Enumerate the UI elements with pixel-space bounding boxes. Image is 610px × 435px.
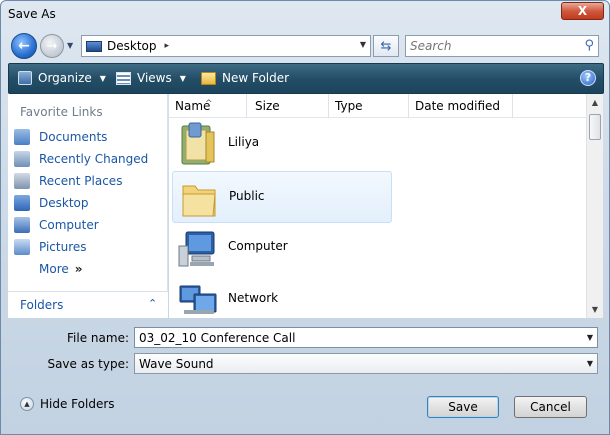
close-button[interactable]: X — [561, 2, 604, 20]
crumb-separator-icon[interactable]: ▸ — [165, 41, 170, 51]
chevron-up-icon: ⌃ — [148, 297, 158, 310]
documents-icon — [14, 129, 30, 145]
favorite-link-label: Recent Places — [39, 174, 123, 188]
desktop-icon — [86, 40, 102, 52]
network-icon — [179, 285, 217, 314]
file-name-field[interactable] — [139, 330, 569, 345]
refresh-button[interactable]: ⇆ — [373, 35, 399, 57]
list-item[interactable]: Computer — [172, 222, 392, 274]
window-title: Save As — [8, 7, 56, 21]
folder-icon — [182, 185, 216, 217]
new-folder-icon — [201, 71, 216, 85]
save-button[interactable]: Save — [427, 396, 499, 418]
views-dropdown-icon: ▼ — [179, 73, 186, 83]
chevron-up-icon: ▲ — [20, 397, 34, 411]
column-header-label: Size — [255, 99, 280, 113]
item-name: Public — [229, 189, 265, 203]
views-icon — [116, 71, 131, 85]
favorite-link-recent-places[interactable]: Recent Places — [14, 171, 122, 191]
column-header-date-modified[interactable]: Date modified — [409, 94, 513, 118]
save-as-dialog: Save As X ← → ▼ Desktop ▸ ▼ ⇆ ⚲ Organize… — [0, 0, 610, 435]
address-bar[interactable]: Desktop ▸ ▼ — [81, 35, 371, 57]
column-header-name[interactable]: Name ^ — [169, 94, 247, 118]
hide-folders-label: Hide Folders — [40, 397, 115, 411]
folders-toggle[interactable]: Folders ⌃ — [8, 291, 168, 318]
favorite-link-documents[interactable]: Documents — [14, 127, 107, 147]
column-header-type[interactable]: Type — [329, 94, 409, 118]
favorite-link-label: More — [39, 262, 69, 276]
save-as-type-value: Wave Sound — [139, 357, 214, 371]
favorite-link-computer[interactable]: Computer — [14, 215, 99, 235]
favorite-link-label: Documents — [39, 130, 108, 144]
vertical-scrollbar[interactable]: ▲ ▼ — [586, 94, 603, 318]
address-dropdown-icon[interactable]: ▼ — [360, 40, 366, 49]
computer-icon — [178, 231, 215, 267]
favorite-link-label: Desktop — [39, 196, 89, 210]
address-crumb-desktop[interactable]: Desktop — [107, 39, 157, 53]
recent-pages-dropdown-icon[interactable]: ▼ — [67, 41, 77, 51]
scroll-thumb[interactable] — [589, 114, 601, 140]
organize-menu-button[interactable]: Organize ▼ — [18, 71, 106, 85]
scroll-up-icon[interactable]: ▲ — [587, 94, 603, 111]
search-box[interactable]: ⚲ — [405, 35, 599, 57]
title-bar: Save As X — [1, 1, 609, 29]
favorite-link-label: Pictures — [39, 240, 87, 254]
column-header-size[interactable]: Size — [249, 94, 329, 118]
organize-icon — [18, 71, 32, 85]
navigation-pane: Favorite Links Documents Recently Change… — [8, 94, 168, 318]
file-name-label: File name: — [67, 331, 129, 345]
organize-dropdown-icon: ▼ — [99, 73, 106, 83]
user-folder-icon — [181, 122, 215, 165]
file-name-combobox[interactable]: ▼ — [134, 327, 598, 348]
recently-changed-icon — [14, 151, 30, 167]
save-as-type-select[interactable]: Wave Sound ▼ — [134, 353, 598, 374]
save-as-type-label: Save as type: — [47, 357, 129, 371]
new-folder-label: New Folder — [222, 71, 290, 85]
folders-label: Folders — [20, 298, 64, 312]
views-label: Views — [137, 71, 172, 85]
item-name: Computer — [228, 239, 288, 253]
back-button[interactable]: ← — [11, 33, 37, 59]
refresh-icon: ⇆ — [380, 38, 392, 54]
sort-ascending-icon: ^ — [205, 99, 213, 109]
favorite-link-more[interactable]: More » — [39, 259, 83, 279]
column-header-label: Date modified — [415, 99, 501, 113]
list-item[interactable]: Public — [172, 171, 392, 223]
organize-label: Organize — [38, 71, 92, 85]
file-list: Name ^ Size Type Date modified Liliya Pu… — [169, 94, 586, 318]
column-header-label: Type — [335, 99, 363, 113]
item-name: Liliya — [228, 135, 260, 149]
list-item[interactable]: Network — [172, 274, 392, 326]
help-icon[interactable]: ? — [580, 70, 596, 86]
favorite-links-heading: Favorite Links — [20, 105, 103, 119]
search-icon[interactable]: ⚲ — [584, 38, 594, 53]
more-chevron-icon: » — [74, 262, 83, 276]
recent-places-icon — [14, 173, 30, 189]
save-as-type-dropdown-icon[interactable]: ▼ — [587, 359, 593, 368]
favorite-link-label: Computer — [39, 218, 99, 232]
column-header-row: Name ^ Size Type Date modified — [169, 94, 586, 118]
favorite-link-pictures[interactable]: Pictures — [14, 237, 87, 257]
views-menu-button[interactable]: Views ▼ — [116, 71, 186, 85]
new-folder-button[interactable]: New Folder — [201, 71, 289, 85]
hide-folders-button[interactable]: ▲ Hide Folders — [20, 397, 115, 411]
favorite-link-recently-changed[interactable]: Recently Changed — [14, 149, 148, 169]
forward-button[interactable]: → — [40, 34, 64, 58]
list-item[interactable]: Liliya — [172, 118, 392, 170]
pictures-icon — [14, 239, 30, 255]
favorite-link-desktop[interactable]: Desktop — [14, 193, 89, 213]
command-toolbar: Organize ▼ Views ▼ New Folder ? — [8, 63, 604, 94]
scroll-down-icon[interactable]: ▼ — [587, 301, 603, 318]
computer-icon — [14, 217, 30, 233]
search-input[interactable] — [410, 38, 575, 54]
file-name-dropdown-icon[interactable]: ▼ — [587, 333, 593, 342]
cancel-button[interactable]: Cancel — [514, 396, 587, 418]
favorite-link-label: Recently Changed — [39, 152, 149, 166]
item-name: Network — [228, 291, 279, 305]
desktop-icon — [14, 195, 30, 211]
